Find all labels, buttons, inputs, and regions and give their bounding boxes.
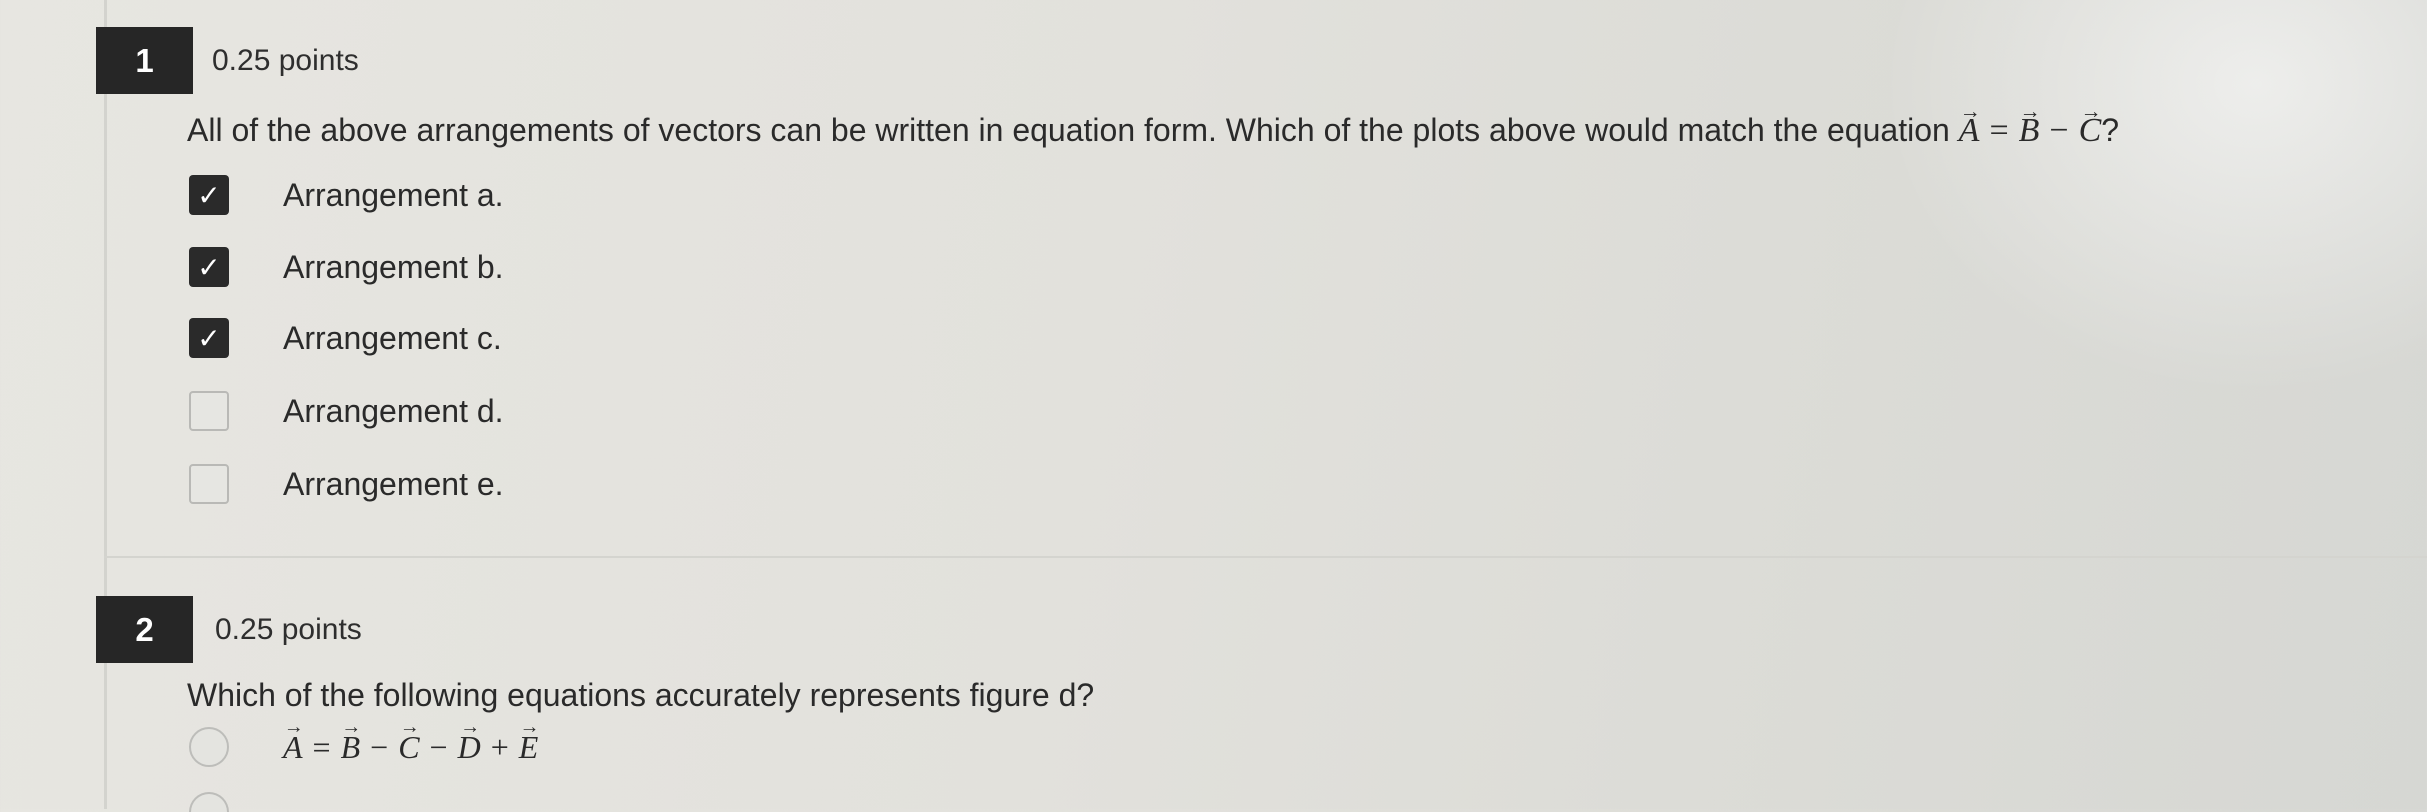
equals-sign: =	[1989, 112, 2009, 149]
minus-sign: −	[429, 728, 448, 765]
option-arrangement-a[interactable]: ✓ Arrangement a.	[189, 173, 504, 217]
option-label: Arrangement e.	[283, 465, 504, 502]
question-prompt: Which of the following equations accurat…	[187, 677, 1095, 713]
minus-sign: −	[370, 728, 389, 765]
question-divider	[104, 556, 2427, 558]
option-label: Arrangement a.	[283, 176, 504, 213]
option-equation: A=B−C−D+E	[283, 729, 538, 766]
checkbox-checked[interactable]: ✓	[189, 318, 229, 358]
left-border	[104, 0, 107, 809]
equation: A= B−C	[1959, 112, 2102, 149]
radio-button[interactable]	[189, 792, 229, 812]
vector-e: E	[519, 729, 539, 766]
checkmark-icon: ✓	[197, 179, 221, 211]
question-prompt: All of the above arrangements of vectors…	[187, 112, 2119, 150]
question-mark: ?	[2101, 112, 2120, 148]
checkbox-checked[interactable]: ✓	[189, 175, 229, 215]
background-glare	[1850, 0, 2427, 420]
minus-sign: −	[2049, 112, 2069, 149]
equals-sign: =	[312, 728, 331, 765]
vector-a: A	[1959, 112, 1980, 150]
option-arrangement-d[interactable]: Arrangement d.	[189, 389, 504, 433]
checkmark-icon: ✓	[197, 251, 221, 283]
question-number-badge: 1	[96, 27, 193, 94]
checkbox-checked[interactable]: ✓	[189, 247, 229, 287]
radio-button[interactable]	[189, 727, 229, 767]
question-points: 0.25 points	[215, 613, 362, 646]
option-label: Arrangement c.	[283, 319, 502, 356]
option-equation-1[interactable]: A=B−C−D+E	[189, 725, 538, 769]
vector-b: B	[341, 729, 361, 766]
option-equation-2-partial[interactable]	[189, 792, 229, 812]
option-arrangement-e[interactable]: Arrangement e.	[189, 462, 504, 506]
checkbox-unchecked[interactable]	[189, 464, 229, 504]
checkmark-icon: ✓	[197, 322, 221, 354]
option-label: Arrangement b.	[283, 248, 504, 285]
vector-a: A	[283, 729, 303, 766]
vector-c: C	[398, 729, 419, 766]
option-arrangement-c[interactable]: ✓ Arrangement c.	[189, 316, 502, 360]
option-arrangement-b[interactable]: ✓ Arrangement b.	[189, 245, 504, 289]
plus-sign: +	[490, 728, 509, 765]
question-number-badge: 2	[96, 596, 193, 663]
vector-b: B	[2019, 112, 2040, 150]
option-label: Arrangement d.	[283, 392, 504, 429]
checkbox-unchecked[interactable]	[189, 391, 229, 431]
prompt-text: All of the above arrangements of vectors…	[187, 112, 1950, 148]
vector-c: C	[2079, 112, 2102, 150]
question-points: 0.25 points	[212, 44, 359, 77]
vector-d: D	[458, 729, 481, 766]
